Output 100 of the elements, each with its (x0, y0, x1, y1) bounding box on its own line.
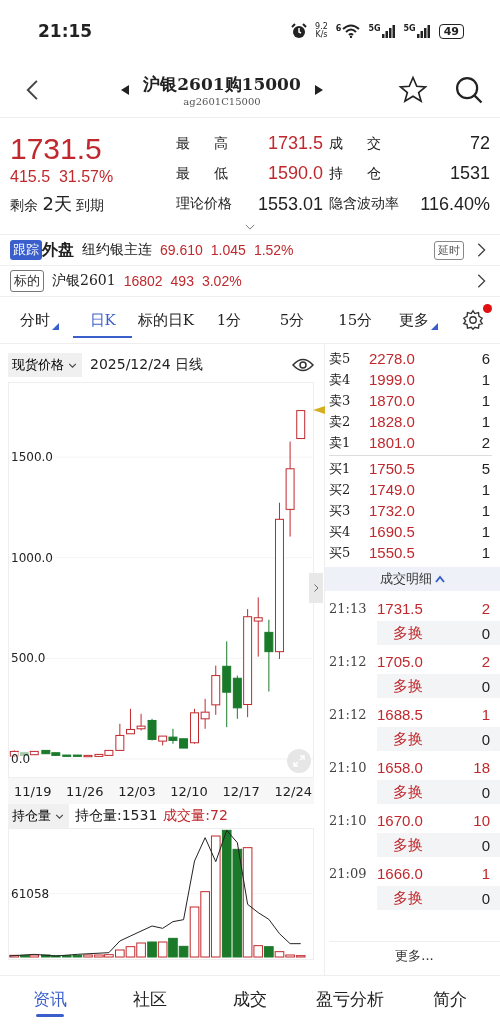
bid-price: 1732.0 (369, 502, 416, 519)
ask-label: 卖5 (329, 349, 352, 368)
x-axis-label: 12/10 (170, 783, 208, 799)
trade-time: 21:09 (329, 865, 368, 881)
network-speed: 9.2 K/s (315, 23, 328, 39)
price-type-select[interactable]: 现货价格 (8, 353, 82, 377)
trade-type: 多换 (393, 676, 423, 696)
trade-time: 21:12 (329, 706, 368, 722)
ask-price: 1999.0 (369, 371, 416, 388)
status-time: 21:15 (38, 21, 94, 41)
trade-quantity: 18 (473, 758, 490, 776)
market-badge: 标的 (10, 270, 44, 292)
battery-level: 49 (438, 23, 464, 39)
ask-price: 1801.0 (369, 434, 416, 451)
stat-label: 理论价格 (176, 195, 232, 214)
wifi-label: 6 (335, 24, 342, 33)
position-change: 0 (481, 783, 490, 801)
nav-tab[interactable]: 盈亏分析 (300, 984, 400, 1021)
y-axis-label: 0.0 (11, 751, 31, 766)
instrument-value: 3.02% (201, 273, 242, 289)
trade-type: 多换 (393, 782, 423, 802)
previous-button[interactable] (121, 84, 130, 95)
position-change: 0 (481, 889, 490, 907)
period-tab[interactable]: 标的日K (136, 302, 196, 338)
market-title: 外盘 (42, 239, 74, 261)
ask-label: 卖1 (329, 433, 352, 452)
nav-tab[interactable]: 社区 (100, 984, 200, 1021)
period-tab[interactable]: 15分 (325, 302, 385, 338)
position-change: 0 (481, 730, 490, 748)
next-button[interactable] (314, 84, 323, 95)
nav-tab[interactable]: 简介 (400, 984, 500, 1021)
bid-price: 1550.5 (369, 544, 416, 561)
instrument-value: 493 (170, 273, 194, 289)
stat-value: 1553.01 (256, 193, 323, 215)
ask-quantity: 1 (481, 392, 490, 409)
trade-price: 1666.0 (377, 864, 424, 882)
trade-time: 21:13 (329, 600, 368, 616)
last-price: 1731.5 (10, 132, 103, 166)
x-axis-label: 12/17 (222, 783, 260, 799)
stat-value: 1531 (448, 163, 490, 185)
volume-bar (125, 946, 136, 958)
x-axis-label: 11/26 (66, 783, 104, 799)
bid-quantity: 5 (481, 460, 490, 477)
trade-type: 多换 (393, 835, 423, 855)
star-icon (398, 74, 428, 105)
stat-label: 隐含波动率 (329, 195, 399, 214)
contract-code: ag2601C15000 (183, 95, 261, 107)
open-interest-value: 持仓量:1531 (75, 807, 158, 825)
visibility-button[interactable] (292, 357, 314, 373)
y-axis-label: 1000.0 (11, 550, 53, 565)
bid-quantity: 1 (481, 544, 490, 561)
favorite-button[interactable] (398, 74, 428, 105)
trade-price: 1688.5 (377, 705, 424, 723)
y-axis-label: 61058 (11, 886, 50, 901)
trade-details-header[interactable]: 成交明细 (325, 567, 500, 591)
triangle-right-icon (314, 84, 323, 95)
bid-price: 1690.5 (369, 523, 416, 540)
period-tab[interactable]: 5分 (262, 302, 322, 338)
ask-quantity: 2 (481, 434, 490, 451)
trade-price: 1670.0 (377, 811, 424, 829)
search-button[interactable] (454, 74, 484, 105)
chevron-right-icon (311, 583, 321, 593)
x-axis-label: 12/03 (118, 783, 156, 799)
instrument-value: 1.045 (210, 242, 246, 258)
bid-label: 买1 (329, 459, 352, 478)
caret-up-icon (433, 574, 446, 584)
search-icon (454, 74, 484, 105)
expiry-info: 剩余 2天 到期 (10, 192, 106, 216)
trade-price: 1658.0 (377, 758, 424, 776)
network-type-label: 5G (368, 24, 381, 33)
stat-label: 成 交 (329, 134, 381, 153)
ask-label: 卖3 (329, 391, 352, 410)
network-type-label: 5G (403, 24, 416, 33)
contract-title: 沪银2601购15000 (143, 72, 301, 96)
instrument-name[interactable]: 纽约银主连 (82, 241, 152, 259)
ask-quantity: 6 (481, 350, 490, 367)
stat-value: 116.40% (419, 193, 490, 215)
period-tab[interactable]: 日K (73, 302, 133, 338)
bid-label: 买3 (329, 501, 352, 520)
trade-quantity: 2 (481, 599, 490, 617)
position-change: 0 (481, 624, 490, 642)
period-tab[interactable]: 分时 (10, 302, 70, 338)
expand-arrows-icon (293, 755, 305, 767)
indicator-select[interactable]: 持仓量 (8, 804, 69, 828)
volume-value: 成交量:72 (163, 807, 228, 825)
instrument-name[interactable]: 沪银2601 (52, 272, 116, 290)
period-tab[interactable]: 更多 (388, 302, 448, 338)
nav-tab[interactable]: 资讯 (0, 984, 100, 1021)
settings-button[interactable] (462, 309, 484, 331)
stat-value: 1590.0 (266, 163, 323, 185)
bid-label: 买2 (329, 480, 352, 499)
eye-icon (292, 357, 314, 373)
scroll-handle[interactable] (309, 573, 323, 603)
trade-time: 21:10 (329, 759, 368, 775)
x-axis-label: 12/24 (274, 783, 312, 799)
ask-price: 1828.0 (369, 413, 416, 430)
bid-label: 买4 (329, 522, 352, 541)
nav-tab[interactable]: 成交 (200, 984, 300, 1021)
price-change: 415.5 31.57% (10, 168, 115, 186)
period-tab[interactable]: 1分 (199, 302, 259, 338)
